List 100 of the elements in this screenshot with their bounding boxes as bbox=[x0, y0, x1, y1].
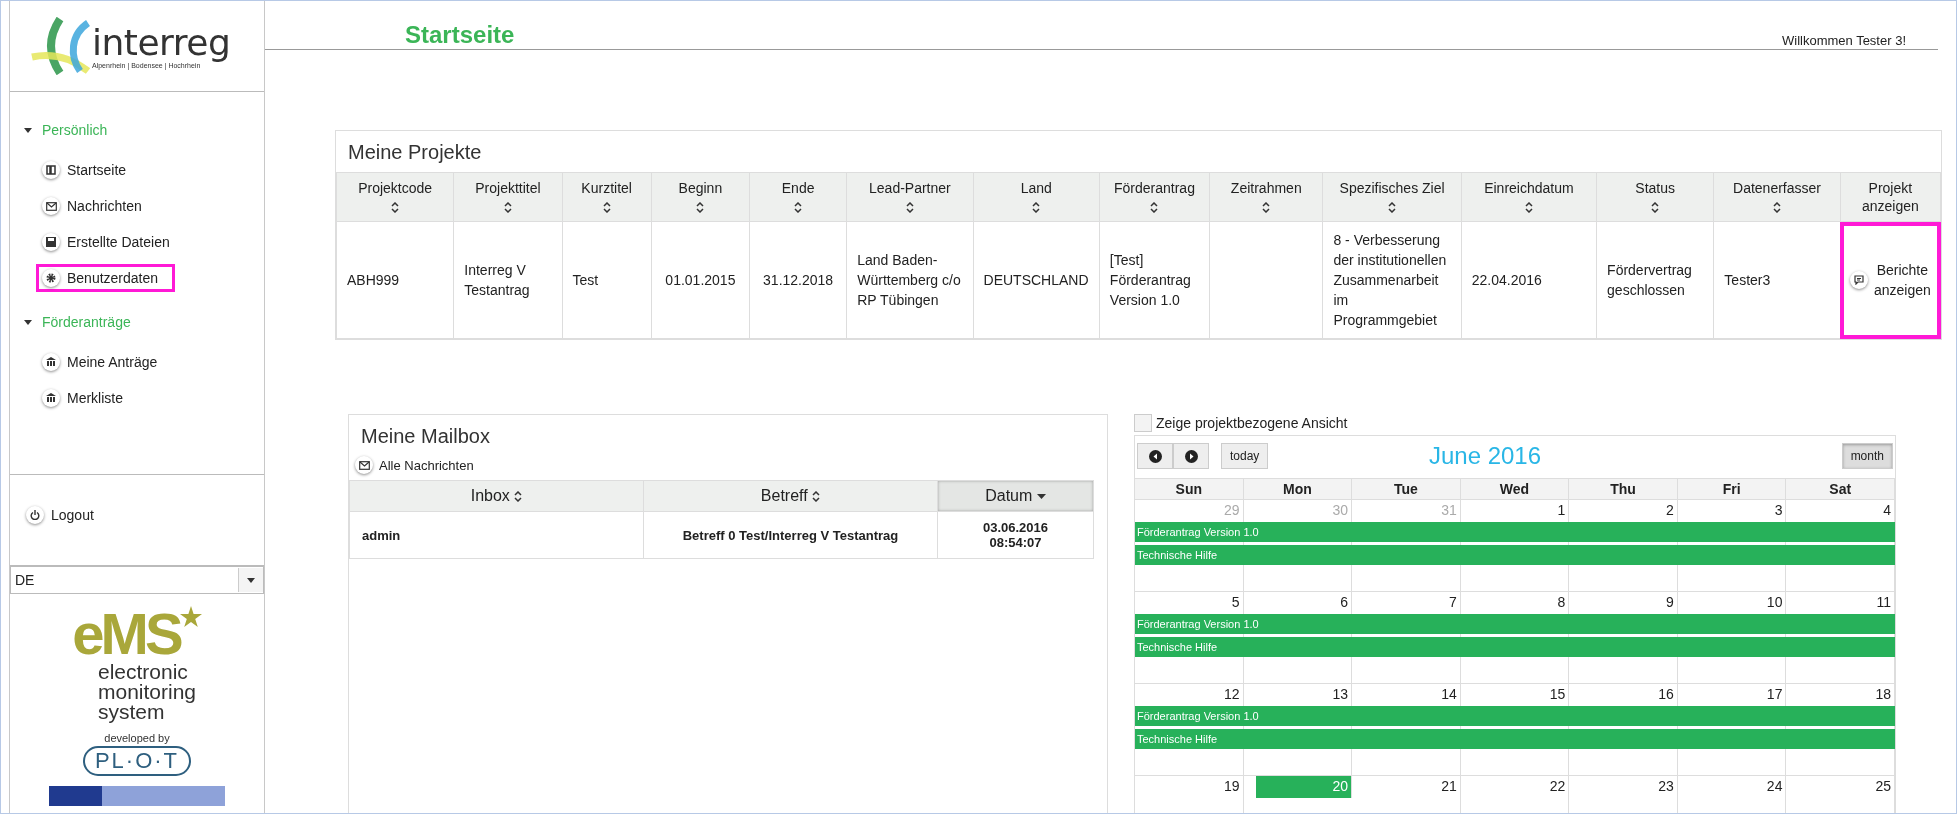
sort-icon bbox=[1773, 201, 1781, 213]
table-cell: 31.12.2018 bbox=[749, 221, 847, 339]
weekday-header: Fri bbox=[1677, 479, 1787, 499]
day-number: 19 bbox=[1224, 778, 1240, 794]
checkbox[interactable] bbox=[1134, 414, 1152, 432]
day-number: 6 bbox=[1340, 594, 1349, 610]
sort-icon bbox=[696, 201, 705, 213]
day-number: 30 bbox=[1332, 502, 1349, 518]
column-header[interactable]: Inbox bbox=[349, 480, 644, 512]
power-icon bbox=[30, 510, 40, 520]
column-header[interactable]: Förderantrag bbox=[1099, 172, 1210, 222]
column-header[interactable]: Datum bbox=[937, 480, 1094, 512]
day-number: 9 bbox=[1666, 594, 1674, 610]
calendar-title: June 2016 bbox=[1428, 442, 1542, 470]
show-reports-link[interactable]: Berichte anzeigen bbox=[1873, 260, 1931, 300]
day-number: 7 bbox=[1448, 594, 1457, 610]
sort-icon bbox=[514, 491, 523, 503]
column-header[interactable]: Einreichdatum bbox=[1461, 172, 1597, 222]
column-header[interactable]: Projektcode bbox=[336, 172, 454, 222]
day-number: 2 bbox=[1666, 502, 1674, 518]
day-number: 22 bbox=[1549, 778, 1566, 794]
today-button[interactable]: today bbox=[1221, 443, 1269, 469]
day-number: 17 bbox=[1766, 686, 1783, 702]
day-number: 13 bbox=[1332, 686, 1349, 702]
sort-icon bbox=[1651, 201, 1660, 213]
envelope-icon bbox=[45, 201, 57, 211]
weekday-header: Sun bbox=[1135, 479, 1244, 499]
day-number: 31 bbox=[1441, 502, 1457, 518]
column-header[interactable]: Zeitrahmen bbox=[1209, 172, 1323, 222]
day-number: 12 bbox=[1224, 686, 1240, 702]
day-number: 16 bbox=[1658, 686, 1674, 702]
nav-item[interactable]: Benutzerdaten bbox=[36, 264, 176, 292]
day-number: 24 bbox=[1766, 778, 1783, 794]
speech-bubble-icon bbox=[1853, 275, 1864, 285]
sort-icon bbox=[905, 201, 914, 213]
welcome-text: Willkommen Tester 3! bbox=[1782, 33, 1906, 48]
table-cell: Land Baden-Württemberg c/o RP Tübingen bbox=[846, 221, 974, 339]
weekday-header: Tue bbox=[1352, 479, 1461, 499]
day-number: 10 bbox=[1766, 594, 1783, 610]
table-cell: 8 - Verbesserung der institutionellen Zusammenarbeit im Programmgebiet bbox=[1322, 221, 1462, 339]
column-header[interactable]: Datenerfasser bbox=[1713, 172, 1841, 222]
day-number: 23 bbox=[1658, 778, 1674, 794]
developed-by-text: developed by bbox=[104, 732, 170, 744]
table-cell: ABH999 bbox=[336, 221, 454, 339]
caret-icon bbox=[247, 577, 255, 583]
table-cell: 03.06.2016 08:54:07 bbox=[937, 511, 1094, 559]
panel-title: Meine Mailbox bbox=[360, 424, 491, 449]
table-cell: Test bbox=[562, 221, 652, 339]
nav-item[interactable]: Meine Anträge bbox=[36, 348, 164, 376]
sort-icon bbox=[503, 201, 512, 213]
column-header[interactable]: Spezifisches Ziel bbox=[1322, 172, 1462, 222]
plot-logo: PL·O·T bbox=[82, 746, 192, 776]
day-number: 29 bbox=[1224, 502, 1240, 518]
all-messages-link[interactable]: Alle Nachrichten bbox=[349, 456, 474, 480]
ems-logo-text: electronic monitoring system bbox=[97, 662, 197, 722]
logout-button[interactable]: Logout bbox=[20, 501, 100, 529]
column-header[interactable]: Lead-Partner bbox=[846, 172, 974, 222]
page-title: Startseite bbox=[405, 21, 515, 49]
month-view-button[interactable]: month bbox=[1841, 443, 1893, 469]
weekday-header: Mon bbox=[1243, 479, 1353, 499]
bank-icon bbox=[46, 357, 56, 367]
star-icon bbox=[179, 606, 202, 628]
weekday-header: Sat bbox=[1786, 479, 1895, 499]
logo-wordmark: interreg bbox=[92, 23, 231, 62]
table-cell: admin bbox=[349, 511, 644, 559]
column-header[interactable]: Land bbox=[973, 172, 1100, 222]
bank-icon bbox=[46, 393, 56, 403]
envelope-icon bbox=[358, 460, 370, 470]
sort-icon bbox=[1388, 201, 1397, 213]
language-select[interactable]: DE bbox=[10, 566, 264, 594]
sort-icon bbox=[602, 201, 611, 213]
column-header[interactable]: Status bbox=[1596, 172, 1714, 222]
sort-icon bbox=[391, 201, 400, 213]
nav-item[interactable]: Erstellte Dateien bbox=[36, 228, 176, 256]
previous-button[interactable] bbox=[1137, 443, 1173, 469]
book-icon bbox=[46, 165, 56, 175]
day-number: 18 bbox=[1875, 686, 1891, 702]
nav-item[interactable]: Startseite bbox=[36, 156, 133, 184]
panel-title: Meine Projekte bbox=[347, 140, 483, 165]
column-header[interactable]: Kurztitel bbox=[562, 172, 652, 222]
column-header[interactable]: Beginn bbox=[651, 172, 750, 222]
next-button[interactable] bbox=[1173, 443, 1209, 469]
nav-item[interactable]: Merkliste bbox=[36, 384, 129, 412]
sort-icon bbox=[1524, 201, 1533, 213]
day-number: 4 bbox=[1883, 502, 1891, 518]
day-number: 1 bbox=[1557, 502, 1566, 518]
day-number: 15 bbox=[1549, 686, 1566, 702]
checkbox-label: Zeige projektbezogene Ansicht bbox=[1156, 415, 1348, 431]
day-number: 3 bbox=[1774, 502, 1783, 518]
interreg-logo-icon bbox=[30, 17, 90, 75]
table-cell: 01.01.2015 bbox=[651, 221, 750, 339]
column-header[interactable]: Projekttitel bbox=[453, 172, 563, 222]
gear-icon bbox=[46, 273, 56, 283]
nav-item[interactable]: Nachrichten bbox=[36, 192, 148, 220]
day-number: 25 bbox=[1875, 778, 1891, 794]
column-header[interactable]: Ende bbox=[749, 172, 847, 222]
sort-icon bbox=[1150, 201, 1159, 213]
sort-icon bbox=[794, 201, 803, 213]
column-header[interactable]: Betreff bbox=[643, 480, 938, 512]
sort-icon bbox=[812, 491, 821, 503]
